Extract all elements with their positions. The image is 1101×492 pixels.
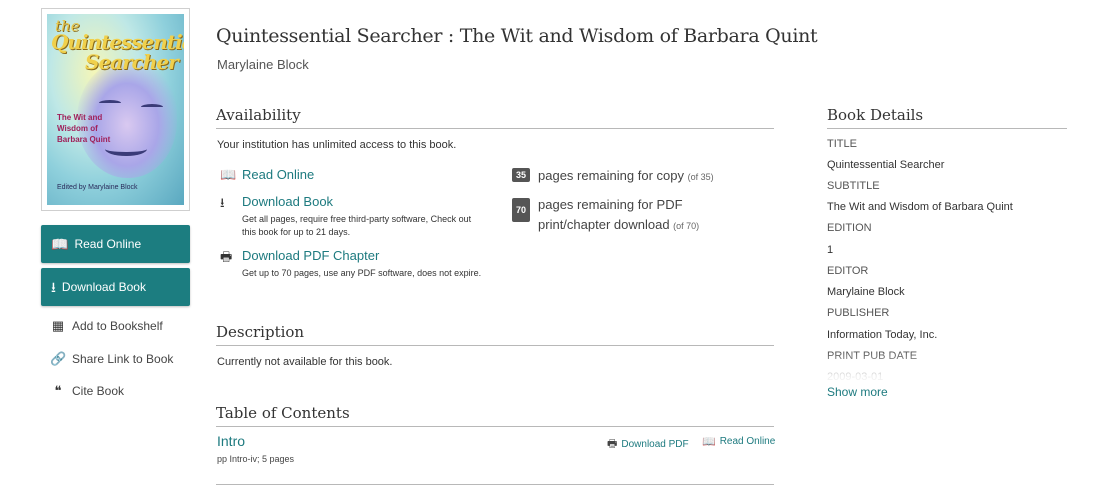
print-remaining-badge: 70 [512, 198, 531, 222]
quote-icon: ❝ [54, 383, 62, 398]
read-online-button[interactable]: 📖 Read Online [41, 225, 190, 263]
download-icon: ⭳ [51, 279, 56, 295]
print-remaining-of: (of 70) [673, 221, 700, 231]
detail-value-subtitle: The Wit and Wisdom of Barbara Quint [827, 201, 1013, 213]
copy-remaining: 35 pages remaining for copy (of 35) [512, 168, 714, 183]
toc-download-pdf-label: Download PDF [621, 439, 689, 450]
copy-remaining-of: (of 35) [687, 172, 714, 182]
detail-key-edition: EDITION [827, 222, 872, 234]
detail-key-publisher: PUBLISHER [827, 307, 890, 319]
pdf-icon: 🖶 [220, 249, 233, 264]
read-online-button-label: Read Online [74, 237, 142, 251]
toc-download-pdf-button[interactable]: 🖶 Download PDF [607, 435, 689, 454]
download-book-button-label: Download Book [61, 280, 146, 294]
description-text: Currently not available for this book. [217, 356, 393, 368]
detail-key-subtitle: SUBTITLE [827, 180, 880, 192]
cover-editor: Edited by Marylaine Block [57, 184, 138, 191]
bookshelf-add-icon: ▦ [51, 318, 65, 333]
download-icon: ⭳ [220, 195, 225, 210]
book-cover-frame: the Quintessential Searcher The Wit and … [41, 8, 190, 211]
book-icon: 📖 [702, 436, 716, 448]
print-remaining-text: pages remaining for PDF print/chapter do… [538, 197, 683, 232]
toc-read-online-label: Read Online [719, 436, 776, 447]
detail-value-editor: Marylaine Block [827, 286, 905, 298]
share-link-label: Share Link to Book [72, 352, 174, 366]
download-pdf-description: Get up to 70 pages, use any PDF software… [242, 268, 482, 278]
book-details-heading: Book Details [827, 106, 1067, 129]
share-link-button[interactable]: 🔗 Share Link to Book [50, 351, 173, 367]
pdf-icon: 🖶 [607, 438, 618, 450]
book-author: Marylaine Block [217, 57, 309, 72]
copy-remaining-text: pages remaining for copy [538, 168, 684, 183]
cite-book-label: Cite Book [72, 384, 125, 398]
toc-item-title[interactable]: Intro [217, 433, 245, 449]
toc-heading: Table of Contents [216, 404, 774, 427]
detail-key-editor: EDITOR [827, 265, 869, 277]
toc-item-meta: pp Intro-iv; 5 pages [217, 454, 295, 464]
detail-value-publisher: Information Today, Inc. [827, 329, 938, 341]
availability-download-pdf-label: Download PDF Chapter [242, 248, 380, 263]
add-to-bookshelf-label: Add to Bookshelf [72, 319, 163, 333]
cover-title-searcher: Searcher [85, 50, 179, 74]
access-note: Your institution has unlimited access to… [217, 139, 457, 151]
availability-heading: Availability [216, 106, 774, 129]
copy-remaining-badge: 35 [512, 168, 531, 182]
book-icon: 📖 [51, 236, 69, 252]
toc-divider [216, 484, 774, 485]
cite-book-button[interactable]: ❝ Cite Book [50, 383, 125, 399]
book-cover-image: the Quintessential Searcher The Wit and … [47, 14, 184, 205]
availability-read-online-label: Read Online [242, 167, 315, 182]
details-fade-overlay [820, 352, 1070, 386]
detail-value-title: Quintessential Searcher [827, 159, 945, 171]
detail-key-title: TITLE [827, 138, 857, 150]
availability-download-book-label: Download Book [242, 194, 334, 209]
description-heading: Description [216, 323, 774, 346]
availability-read-online[interactable]: 📖 Read Online [220, 167, 314, 183]
download-book-description: Get all pages, require free third-party … [242, 214, 472, 237]
book-title: Quintessential Searcher : The Wit and Wi… [216, 25, 818, 47]
detail-value-edition: 1 [827, 244, 834, 256]
add-to-bookshelf-link[interactable]: ▦ Add to Bookshelf [50, 318, 163, 334]
download-book-button[interactable]: ⭳ Download Book [41, 268, 190, 306]
print-remaining: 70 pages remaining for PDF print/chapter… [512, 195, 752, 236]
book-icon: 📖 [220, 167, 237, 182]
link-icon: 🔗 [50, 351, 67, 366]
toc-read-online-button[interactable]: 📖 Read Online [702, 435, 775, 448]
cover-subtitle: The Wit and Wisdom of Barbara Quint [57, 113, 111, 144]
show-more-link[interactable]: Show more [827, 385, 888, 399]
